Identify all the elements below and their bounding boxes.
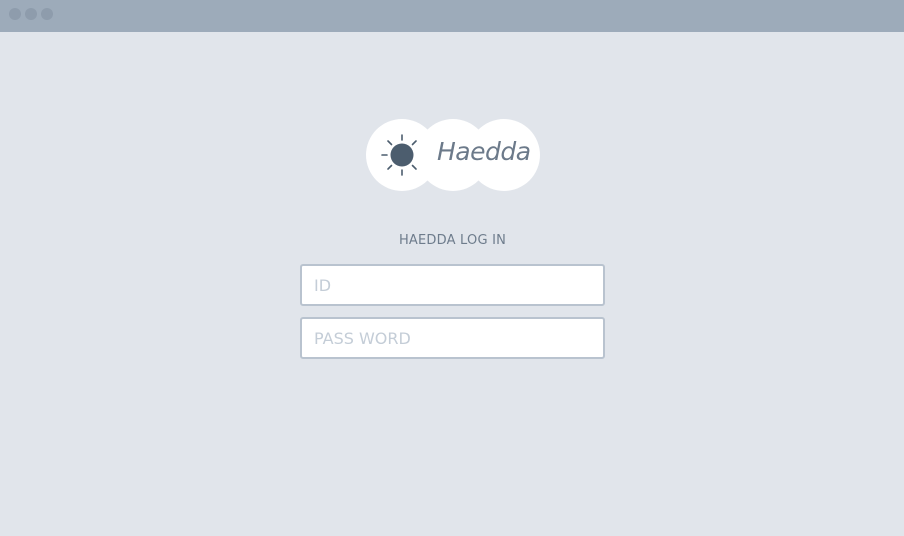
login-title: HAEDDA LOG IN bbox=[398, 233, 507, 248]
brand-name: Haedda bbox=[437, 137, 531, 166]
sun-icon bbox=[381, 134, 417, 176]
window-close-button[interactable] bbox=[9, 8, 21, 20]
window-titlebar bbox=[0, 0, 904, 32]
window-minimize-button[interactable] bbox=[25, 8, 37, 20]
id-input[interactable] bbox=[300, 264, 605, 306]
brand-logo: Haedda bbox=[366, 119, 540, 191]
window-maximize-button[interactable] bbox=[41, 8, 53, 20]
password-input[interactable] bbox=[300, 317, 605, 359]
